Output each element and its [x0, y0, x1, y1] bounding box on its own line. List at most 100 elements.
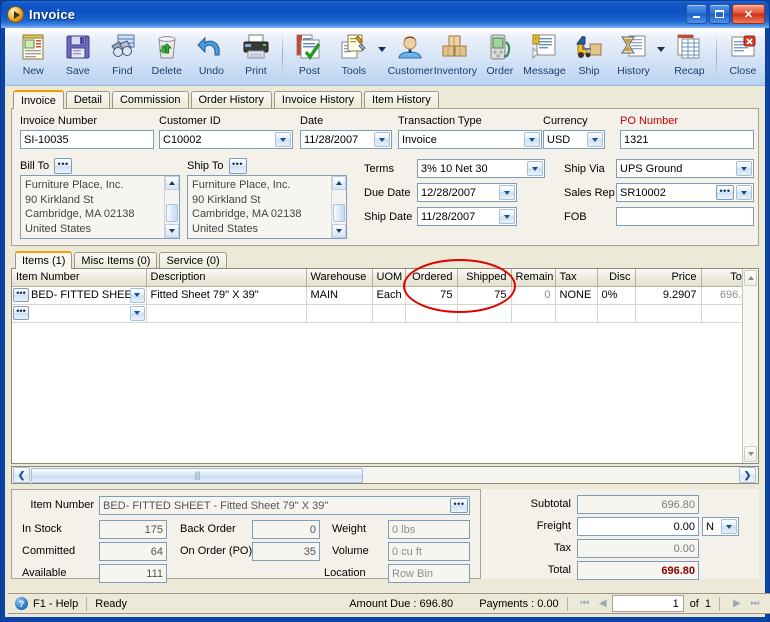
cell-disc[interactable]: 0% — [597, 286, 636, 305]
po-number-input[interactable]: 1321 — [620, 130, 754, 149]
scrollbar-thumb[interactable]: |||| — [31, 467, 363, 483]
toolbar-button-message[interactable]: ! Message — [522, 28, 567, 84]
new-item-cell-combo[interactable]: ••• — [12, 304, 145, 321]
cell-description[interactable]: Fitted Sheet 79" X 39" — [146, 286, 307, 305]
chevron-down-icon[interactable] — [129, 305, 145, 321]
tools-dropdown-arrow-icon[interactable] — [376, 28, 387, 84]
invoice-number-input[interactable]: SI-10035 — [20, 130, 154, 149]
col-remain[interactable]: Remain — [511, 269, 556, 287]
cell-uom[interactable]: Each — [372, 286, 406, 305]
fob-input[interactable] — [616, 207, 754, 226]
grid-horizontal-scrollbar[interactable]: ❮ |||| ❯ — [11, 466, 759, 484]
cell-uom-new[interactable] — [372, 304, 406, 323]
ship-to-lookup-button[interactable]: ••• — [228, 158, 247, 174]
col-warehouse[interactable]: Warehouse — [306, 269, 373, 287]
previous-record-button[interactable]: ◀ — [594, 596, 612, 612]
scroll-down-icon[interactable] — [165, 224, 179, 238]
maximize-button[interactable] — [709, 4, 730, 24]
grid-vertical-scrollbar[interactable] — [742, 269, 758, 463]
scroll-up-icon[interactable] — [744, 270, 757, 286]
cell-shipped[interactable]: 75 — [457, 286, 512, 305]
toolbar-button-close[interactable]: Close — [721, 28, 766, 84]
col-item-number[interactable]: Item Number — [12, 269, 147, 287]
scroll-right-icon[interactable]: ❯ — [739, 467, 756, 483]
grid-tab-misc-items[interactable]: Misc Items (0) — [74, 252, 158, 268]
scroll-down-icon[interactable] — [332, 224, 346, 238]
col-tax[interactable]: Tax — [555, 269, 598, 287]
sales-rep-lookup-button[interactable]: ••• — [716, 185, 734, 200]
toolbar-button-history[interactable]: History — [611, 28, 656, 84]
chevron-down-icon[interactable] — [129, 287, 145, 303]
next-record-button[interactable]: ▶ — [728, 596, 746, 612]
help-text[interactable]: F1 - Help — [33, 598, 78, 610]
help-icon[interactable]: ? — [15, 597, 28, 610]
ship-to-address[interactable]: Furniture Place, Inc. 90 Kirkland St Cam… — [187, 175, 347, 239]
chevron-down-icon[interactable] — [736, 161, 752, 176]
table-row-new[interactable]: ••• — [12, 304, 758, 323]
minimize-button[interactable] — [686, 4, 707, 24]
col-uom[interactable]: UOM — [372, 269, 406, 287]
toolbar-button-ship[interactable]: Ship — [567, 28, 612, 84]
tab-order-history[interactable]: Order History — [190, 91, 272, 108]
scrollbar-thumb[interactable] — [333, 204, 345, 222]
first-record-button[interactable]: ⏮ — [576, 596, 594, 612]
toolbar-button-recap[interactable]: Recap — [667, 28, 712, 84]
chevron-down-icon[interactable] — [275, 132, 291, 147]
table-row[interactable]: ••• BED- FITTED SHEE Fitted Sheet 79" X … — [12, 286, 758, 305]
grid-tab-items[interactable]: Items (1) — [15, 251, 73, 269]
due-date-combo[interactable]: 12/28/2007 — [417, 183, 517, 202]
cell-ordered-new[interactable] — [405, 304, 458, 323]
freight-field[interactable]: 0.00 — [577, 517, 699, 536]
col-shipped[interactable]: Shipped — [457, 269, 512, 287]
tab-detail[interactable]: Detail — [65, 91, 110, 108]
history-dropdown-arrow-icon[interactable] — [656, 28, 667, 84]
chevron-down-icon[interactable] — [524, 132, 540, 147]
transaction-type-combo[interactable]: Invoice — [398, 130, 542, 149]
item-number-detail-field[interactable]: BED- FITTED SHEET - Fitted Sheet 79" X 3… — [99, 496, 470, 515]
ship-date-combo[interactable]: 11/28/2007 — [417, 207, 517, 226]
currency-combo[interactable]: USD — [543, 130, 605, 149]
toolbar-button-inventory[interactable]: Inventory — [433, 28, 478, 84]
cell-item-number-new[interactable]: ••• — [12, 304, 147, 323]
scroll-up-icon[interactable] — [165, 176, 179, 190]
toolbar-button-order[interactable]: Order — [478, 28, 523, 84]
chevron-down-icon[interactable] — [527, 161, 543, 176]
item-lookup-button[interactable]: ••• — [13, 288, 29, 302]
item-number-cell-combo[interactable]: ••• BED- FITTED SHEE — [12, 286, 145, 303]
toolbar-button-save[interactable]: Save — [56, 28, 101, 84]
cell-item-number[interactable]: ••• BED- FITTED SHEE — [12, 286, 147, 305]
close-button[interactable]: ✕ — [732, 4, 765, 24]
cell-remain[interactable]: 0 — [511, 286, 556, 305]
item-detail-lookup-button[interactable]: ••• — [450, 498, 468, 513]
toolbar-button-undo[interactable]: Undo — [189, 28, 234, 84]
tab-item-history[interactable]: Item History — [364, 91, 439, 108]
cell-disc-new[interactable] — [597, 304, 636, 323]
line-items-grid[interactable]: Item Number Description Warehouse UOM Or… — [11, 268, 759, 464]
scroll-down-icon[interactable] — [744, 446, 757, 462]
col-disc[interactable]: Disc — [597, 269, 636, 287]
cell-tax[interactable]: NONE — [555, 286, 598, 305]
chevron-down-icon[interactable] — [374, 132, 390, 147]
ship-to-scrollbar[interactable] — [331, 176, 346, 238]
ship-via-combo[interactable]: UPS Ground — [616, 159, 754, 178]
customer-id-combo[interactable]: C10002 — [159, 130, 293, 149]
terms-combo[interactable]: 3% 10 Net 30 — [417, 159, 545, 178]
cell-warehouse[interactable]: MAIN — [306, 286, 373, 305]
cell-price-new[interactable] — [635, 304, 702, 323]
col-ordered[interactable]: Ordered — [405, 269, 458, 287]
chevron-down-icon[interactable] — [499, 185, 515, 200]
cell-price[interactable]: 9.2907 — [635, 286, 702, 305]
bill-to-lookup-button[interactable]: ••• — [54, 158, 73, 174]
toolbar-button-find[interactable]: Find — [100, 28, 145, 84]
sales-rep-combo[interactable]: SR10002 ••• — [616, 183, 754, 202]
scroll-up-icon[interactable] — [332, 176, 346, 190]
toolbar-button-tools[interactable]: Tools — [332, 28, 377, 84]
bill-to-scrollbar[interactable] — [164, 176, 179, 238]
chevron-down-icon[interactable] — [499, 209, 515, 224]
cell-remain-new[interactable] — [511, 304, 556, 323]
page-number-input[interactable]: 1 — [611, 595, 684, 612]
chevron-down-icon[interactable] — [587, 132, 603, 147]
scrollbar-thumb[interactable] — [166, 204, 178, 222]
tab-invoice-history[interactable]: Invoice History — [273, 91, 363, 108]
chevron-down-icon[interactable] — [736, 185, 752, 200]
